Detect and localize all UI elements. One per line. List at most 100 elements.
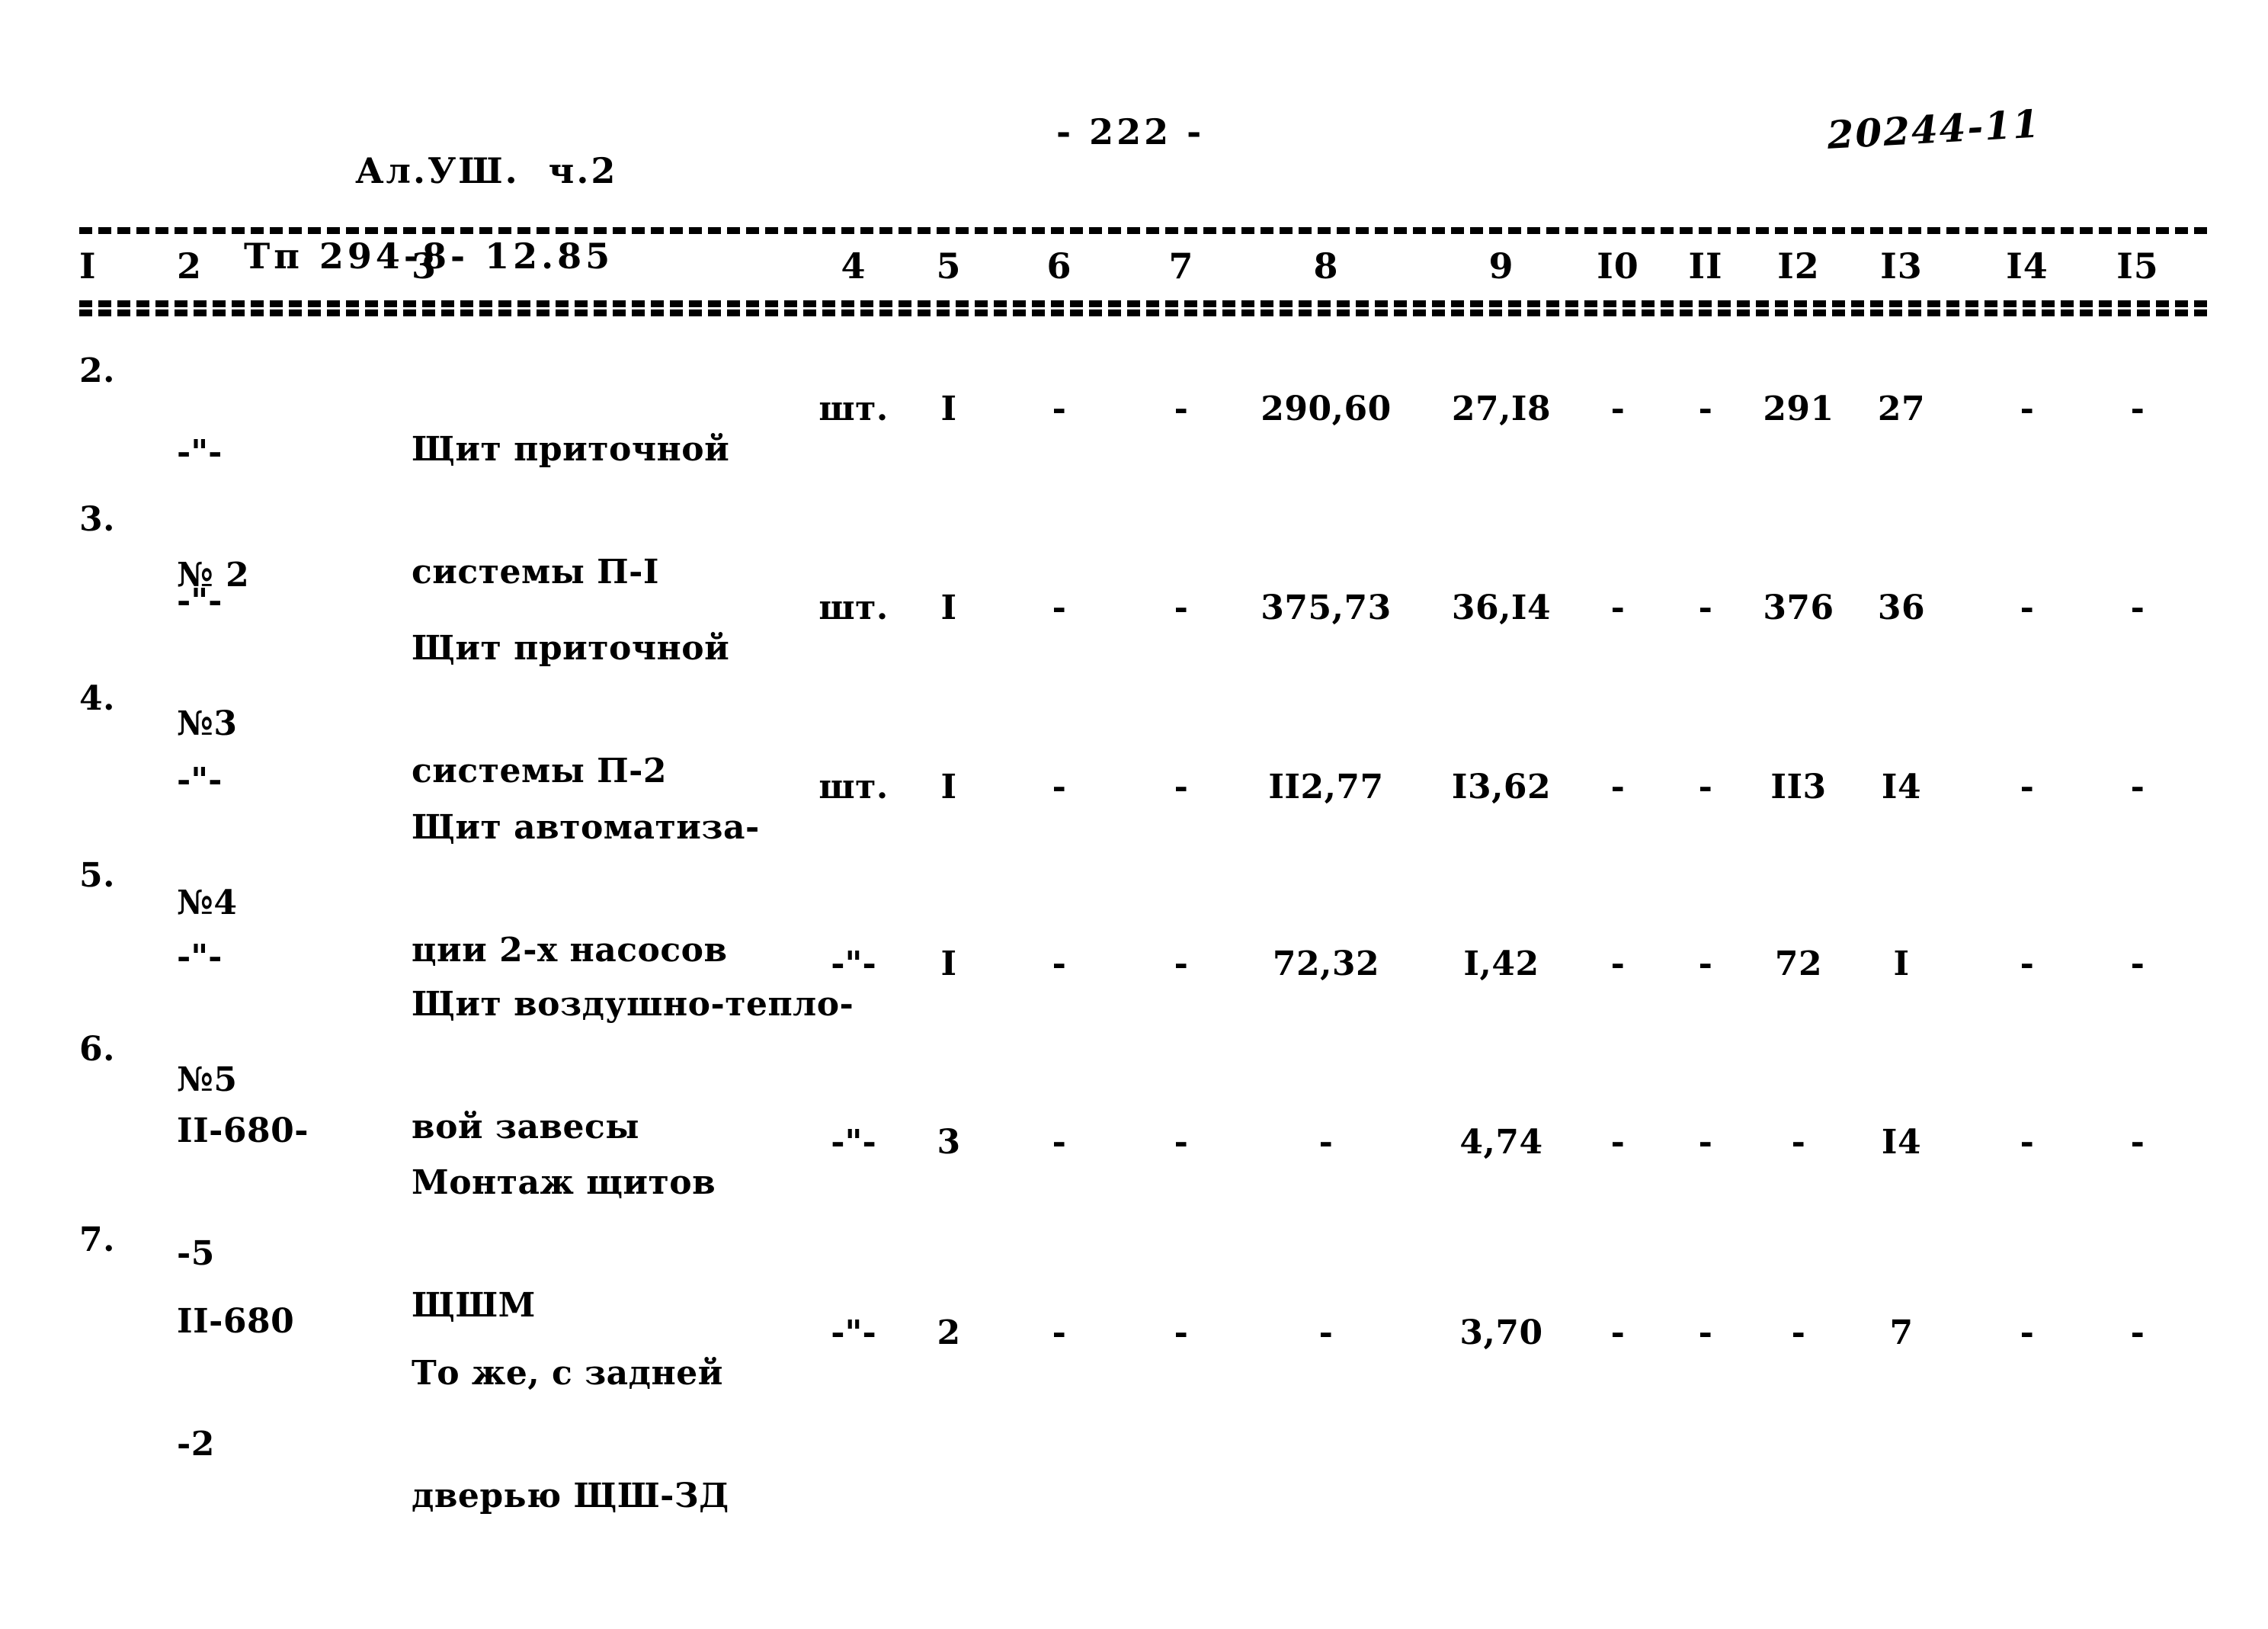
row-col-12: -: [1791, 1123, 1806, 1162]
column-header-14: I4: [2006, 245, 2049, 287]
row-name: То же, с задней дверью ЩШ-ЗД: [412, 1271, 800, 1599]
column-header-5: 5: [936, 245, 962, 287]
row-code-line-1: II-680-: [177, 1111, 309, 1151]
column-header-12: I2: [1777, 245, 1820, 287]
row-col-12: 72: [1774, 944, 1823, 983]
row-code-line-1: -"-: [177, 761, 223, 800]
table-row: 5. -"- №5 Щит воздушно-тепло- вой завесы…: [0, 855, 2268, 1146]
row-col-6: -: [1052, 390, 1067, 428]
row-col-10: -: [1610, 944, 1626, 983]
row-col-8: -: [1318, 1123, 1334, 1162]
row-col-14: -: [2020, 588, 2035, 627]
column-header-1: I: [79, 245, 97, 287]
row-col-9: I3,62: [1451, 768, 1552, 806]
row-col-5: I: [940, 390, 957, 428]
row-col-7: -: [1174, 768, 1189, 806]
column-header-2: 2: [177, 245, 203, 287]
row-col-5: I: [940, 588, 957, 627]
table-row: 7. II-680 -2 То же, с задней дверью ЩШ-З…: [0, 1220, 2268, 1515]
row-col-11: -: [1698, 768, 1713, 806]
row-col-6: -: [1052, 944, 1067, 983]
row-name-line-1: Щит автоматиза-: [412, 808, 760, 848]
row-code: II-680 -2: [177, 1220, 367, 1547]
row-col-7: -: [1174, 1123, 1189, 1162]
row-col-6: -: [1052, 1123, 1067, 1162]
row-col-13: 27: [1877, 390, 1926, 428]
row-name-line-1: Щит приточной: [412, 629, 730, 669]
row-col-10: -: [1610, 768, 1626, 806]
row-col-12: 376: [1763, 588, 1834, 627]
row-col-10: -: [1610, 1123, 1626, 1162]
table-row: 2. -"- № 2 Щит приточной системы П-I шт.…: [0, 351, 2268, 595]
row-col-9: I,42: [1463, 944, 1539, 983]
row-col-5: 3: [937, 1123, 961, 1162]
row-col-7: -: [1174, 944, 1189, 983]
page-number: - 222 -: [1056, 111, 1205, 152]
row-col-7: -: [1174, 1313, 1189, 1352]
row-col-8: -: [1318, 1313, 1334, 1352]
row-col-14: -: [2020, 1313, 2035, 1352]
row-col-12: -: [1791, 1313, 1806, 1352]
row-col-9: 27,I8: [1451, 390, 1552, 428]
row-col-11: -: [1698, 1123, 1713, 1162]
row-col-13: 7: [1889, 1313, 1914, 1352]
row-col-5: I: [940, 944, 957, 983]
row-unit: шт.: [818, 768, 889, 806]
document-page: Ал.УШ. ч.2 Тп 294-8- 12.85 - 222 - 20244…: [0, 0, 2268, 1629]
row-col-12: II3: [1770, 768, 1827, 806]
row-col-15: -: [2130, 1123, 2145, 1162]
row-unit: -"-: [831, 1313, 876, 1352]
column-header-11: II: [1688, 245, 1723, 287]
row-number: 4.: [79, 679, 115, 718]
row-col-13: I4: [1881, 768, 1922, 806]
row-col-11: -: [1698, 390, 1713, 428]
row-col-14: -: [2020, 944, 2035, 983]
table-row: 4. -"- №4 Щит автоматиза- ции 2-х насосо…: [0, 678, 2268, 970]
column-header-6: 6: [1046, 245, 1072, 287]
row-number: 7.: [79, 1220, 115, 1259]
album-designation: Ал.УШ. ч.2 Тп 294-8- 12.85: [244, 107, 618, 364]
row-col-15: -: [2130, 768, 2145, 806]
row-code-line-1: -"-: [177, 582, 223, 621]
row-name-line-1: Монтаж щитов: [412, 1163, 716, 1203]
table-row: 6. II-680- -5 Монтаж щитов ЩШМ -"- 3 - -…: [0, 1029, 2268, 1325]
row-col-14: -: [2020, 390, 2035, 428]
row-unit: -"-: [831, 944, 876, 983]
row-col-7: -: [1174, 390, 1189, 428]
row-col-9: 36,I4: [1451, 588, 1552, 627]
row-code-line-2: -2: [177, 1425, 215, 1464]
row-col-14: -: [2020, 768, 2035, 806]
row-col-8: II2,77: [1268, 768, 1384, 806]
row-col-13: 36: [1877, 588, 1926, 627]
row-unit: шт.: [818, 588, 889, 627]
row-col-6: -: [1052, 768, 1067, 806]
row-col-11: -: [1698, 1313, 1713, 1352]
row-col-10: -: [1610, 1313, 1626, 1352]
row-col-12: 291: [1763, 390, 1834, 428]
row-unit: -"-: [831, 1123, 876, 1162]
row-col-6: -: [1052, 1313, 1067, 1352]
row-col-6: -: [1052, 588, 1067, 627]
album-line-1: Ал.УШ. ч.2: [355, 150, 618, 192]
row-col-8: 72,32: [1272, 944, 1380, 983]
column-header-4: 4: [841, 245, 867, 287]
row-name-line-1: То же, с задней: [412, 1354, 723, 1393]
column-header-10: I0: [1597, 245, 1639, 287]
row-number: 2.: [79, 351, 115, 390]
row-col-9: 3,70: [1459, 1313, 1543, 1352]
row-name-line-1: Щит воздушно-тепло-: [412, 985, 854, 1025]
column-header-15: I5: [2116, 245, 2159, 287]
table-rule-middle-upper: [79, 300, 2212, 307]
row-col-15: -: [2130, 1313, 2145, 1352]
table-rule-top: [79, 227, 2212, 234]
row-col-15: -: [2130, 944, 2145, 983]
row-name-line-1: Щит приточной: [412, 430, 730, 470]
row-col-11: -: [1698, 944, 1713, 983]
row-number: 3.: [79, 500, 115, 539]
row-col-10: -: [1610, 390, 1626, 428]
row-unit: шт.: [818, 390, 889, 428]
row-name-line-2: дверью ЩШ-ЗД: [412, 1477, 729, 1516]
row-number: 6.: [79, 1030, 115, 1069]
row-code-line-1: II-680: [177, 1302, 295, 1342]
column-header-7: 7: [1168, 245, 1194, 287]
